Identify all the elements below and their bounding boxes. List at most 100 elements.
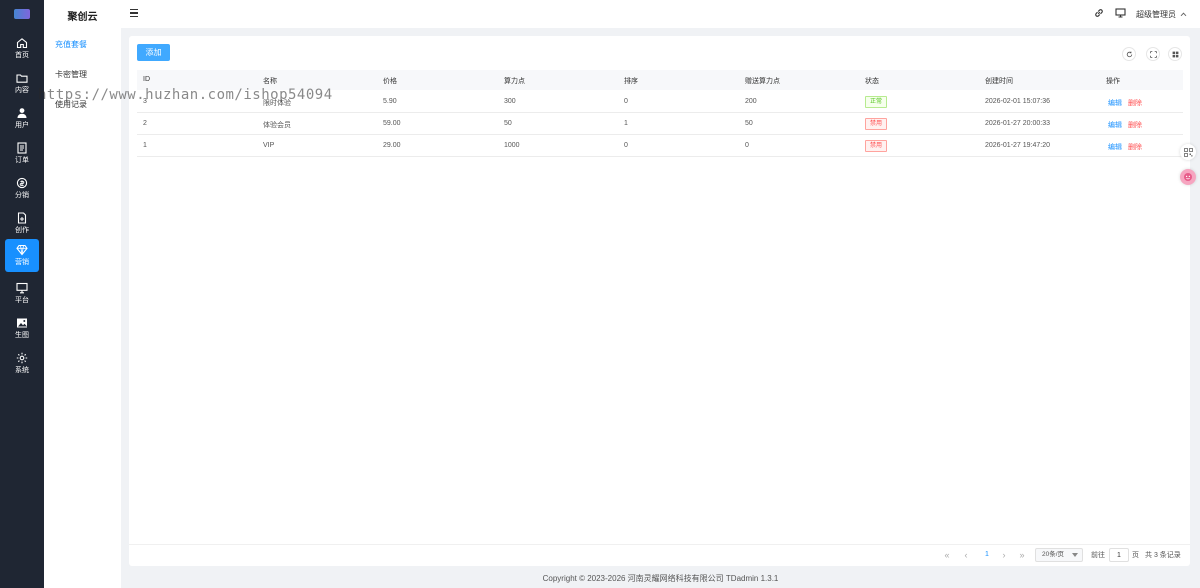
cell-name: VIP (263, 142, 275, 149)
rail-label-marketing: 营销 (15, 259, 29, 266)
delete-link[interactable]: 删除 (1128, 120, 1142, 130)
content-card: 添加 ID 名称 价格 算力点 排序 赠送算力点 状态 创建时间 操作 3 限时… (129, 36, 1190, 566)
image-icon (17, 318, 27, 328)
last-page-icon[interactable]: » (1017, 550, 1027, 560)
refresh-button[interactable] (1122, 47, 1136, 61)
subnav-item-recharge-plans[interactable]: 充值套餐 (55, 39, 87, 50)
table-row: 3 限时体验 5.90 300 0 200 正常 2026-02-01 15:0… (137, 91, 1183, 113)
rail-item-distribution[interactable]: 分销 (0, 171, 44, 206)
rail-item-orders[interactable]: 订单 (0, 136, 44, 171)
rail-label-distribution: 分销 (15, 192, 29, 199)
link-icon[interactable] (1094, 8, 1104, 18)
cell-points: 1000 (504, 142, 520, 149)
edit-link[interactable]: 编辑 (1108, 142, 1122, 152)
rail-item-users[interactable]: 用户 (0, 101, 44, 136)
rail-item-platform[interactable]: 平台 (0, 276, 44, 311)
edit-link[interactable]: 编辑 (1108, 120, 1122, 130)
status-badge: 禁用 (865, 118, 887, 130)
col-header-sort: 排序 (624, 78, 638, 85)
main-rail: 首页 内容 用户 订单 分销 创作 营销 平台 生图 系统 (0, 0, 44, 588)
col-header-actions: 操作 (1106, 78, 1120, 85)
col-header-points: 算力点 (504, 78, 525, 85)
logo-mark (14, 9, 30, 19)
status-badge: 正常 (865, 96, 887, 108)
screen-icon[interactable] (1115, 8, 1126, 18)
user-name: 超级管理员 (1136, 10, 1176, 19)
cell-price: 29.00 (383, 142, 401, 149)
rail-item-marketing[interactable]: 营销 (5, 239, 39, 272)
folder-icon (16, 74, 28, 83)
rail-label-image-gen: 生图 (15, 332, 29, 339)
table-row: 2 体验会员 59.00 50 1 50 禁用 2026-01-27 20:00… (137, 113, 1183, 135)
next-page-icon[interactable]: › (999, 550, 1009, 560)
cell-created: 2026-01-27 19:47:20 (985, 142, 1050, 149)
cell-price: 5.90 (383, 98, 397, 105)
caret-down-icon (1072, 553, 1078, 557)
cell-id: 3 (143, 98, 147, 105)
gear-icon (16, 352, 28, 364)
prev-page-icon[interactable]: ‹ (961, 550, 971, 560)
first-page-icon[interactable]: « (942, 550, 952, 560)
rail-label-home: 首页 (15, 52, 29, 59)
cell-price: 59.00 (383, 120, 401, 127)
col-header-created: 创建时间 (985, 78, 1013, 85)
table-row: 1 VIP 29.00 1000 0 0 禁用 2026-01-27 19:47… (137, 135, 1183, 157)
cell-created: 2026-02-01 15:07:36 (985, 98, 1050, 105)
page-size-select[interactable]: 20条/页 (1035, 548, 1083, 562)
cell-sort: 0 (624, 142, 628, 149)
rail-item-create[interactable]: 创作 (0, 206, 44, 241)
rail-item-image-gen[interactable]: 生图 (0, 311, 44, 346)
page-size-value: 20条/页 (1042, 551, 1065, 558)
subnav-item-card-keys[interactable]: 卡密管理 (55, 69, 87, 80)
add-button[interactable]: 添加 (137, 44, 170, 61)
rail-item-system[interactable]: 系统 (0, 346, 44, 381)
page-unit-label: 页 (1132, 552, 1139, 559)
pagination-divider (129, 544, 1190, 545)
user-icon (17, 108, 27, 118)
cell-sort: 0 (624, 98, 628, 105)
float-qrcode-button[interactable] (1180, 144, 1196, 160)
cell-name: 限时体验 (263, 100, 291, 107)
columns-button[interactable] (1168, 47, 1182, 61)
order-icon (17, 142, 27, 154)
cell-bonus: 50 (745, 120, 753, 127)
float-assistant-button[interactable] (1180, 169, 1196, 185)
cell-sort: 1 (624, 120, 628, 127)
col-header-status: 状态 (865, 78, 879, 85)
subnav-title: 聚创云 (67, 12, 98, 23)
monitor-icon (16, 282, 28, 294)
assistant-icon (1184, 173, 1192, 181)
total-records: 共 3 条记录 (1145, 552, 1181, 559)
home-icon (16, 38, 28, 49)
cell-points: 300 (504, 98, 516, 105)
cell-points: 50 (504, 120, 512, 127)
qrcode-icon (1183, 147, 1193, 157)
cell-name: 体验会员 (263, 122, 291, 129)
subnav-item-usage-records[interactable]: 使用记录 (55, 99, 87, 110)
fullscreen-button[interactable] (1146, 47, 1160, 61)
rail-label-users: 用户 (15, 122, 29, 129)
cell-id: 1 (143, 142, 147, 149)
cell-id: 2 (143, 120, 147, 127)
cell-created: 2026-01-27 20:00:33 (985, 120, 1050, 127)
top-header: 超级管理员 (121, 0, 1200, 28)
delete-link[interactable]: 删除 (1128, 98, 1142, 108)
page-number-current[interactable]: 1 (981, 549, 993, 561)
user-menu[interactable]: 超级管理员 (1136, 9, 1187, 20)
goto-page-input[interactable] (1109, 548, 1129, 562)
edit-link[interactable]: 编辑 (1108, 98, 1122, 108)
status-badge: 禁用 (865, 140, 887, 152)
app-logo[interactable] (0, 0, 44, 28)
rail-item-content[interactable]: 内容 (0, 66, 44, 101)
footer-copyright: Copyright © 2023-2026 河南灵耀网络科技有限公司 TDadm… (542, 574, 779, 583)
col-header-name: 名称 (263, 78, 277, 85)
col-header-id: ID (143, 76, 150, 83)
rail-label-create: 创作 (15, 227, 29, 234)
distribution-icon (16, 177, 28, 189)
rail-label-content: 内容 (15, 87, 29, 94)
delete-link[interactable]: 删除 (1128, 142, 1142, 152)
rail-label-system: 系统 (15, 367, 29, 374)
chevron-up-icon (1180, 12, 1187, 17)
rail-item-home[interactable]: 首页 (0, 31, 44, 66)
menu-toggle-icon[interactable] (130, 9, 138, 17)
